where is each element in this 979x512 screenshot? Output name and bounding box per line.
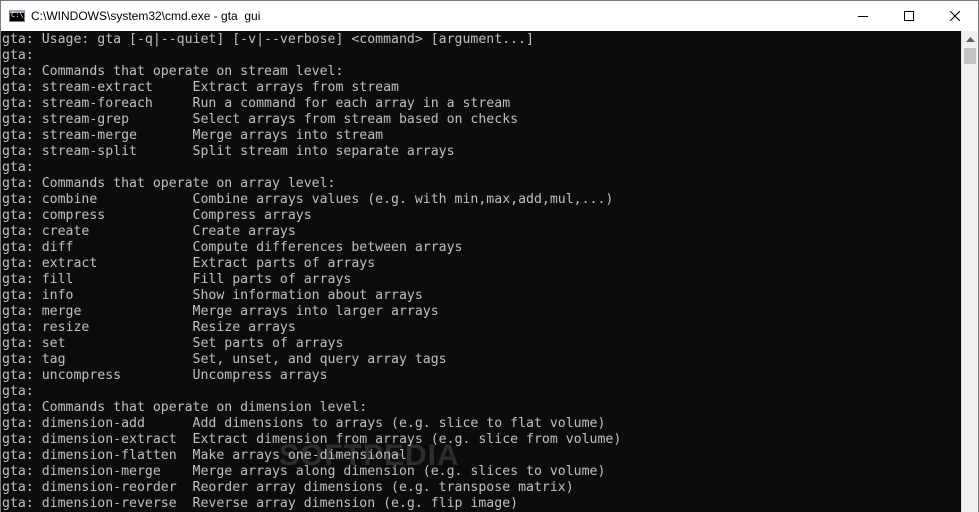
console-line: gta: Commands that operate on dimension …	[2, 400, 368, 415]
maximize-icon	[904, 11, 914, 21]
console-line: gta: dimension-flatten Make arrays one-d…	[2, 448, 407, 463]
console-line: gta:	[2, 160, 34, 175]
console-line: gta: diff Compute differences between ar…	[2, 240, 463, 255]
console-line: gta: stream-extract Extract arrays from …	[2, 80, 399, 95]
console-output[interactable]: gta: Usage: gta [-q|--quiet] [-v|--verbo…	[1, 31, 961, 512]
cmd-icon[interactable]: C:\_	[9, 10, 28, 22]
console-line: gta: stream-foreach Run a command for ea…	[2, 96, 511, 111]
cmd-window: C:\_ C:\WINDOWS\system32\cmd.exe - gta g…	[0, 0, 979, 512]
scroll-up-arrow-icon	[966, 37, 975, 42]
cmd-icon-text: C:\_	[11, 11, 28, 19]
close-button[interactable]	[932, 1, 978, 31]
console-line: gta: dimension-merge Merge arrays along …	[2, 464, 606, 479]
window-title: C:\WINDOWS\system32\cmd.exe - gta gui	[31, 9, 261, 23]
console-line: gta: stream-split Split stream into sepa…	[2, 144, 455, 159]
vertical-scrollbar[interactable]	[961, 31, 978, 512]
console-line: gta: Commands that operate on array leve…	[2, 176, 336, 191]
console-line: gta: set Set parts of arrays	[2, 336, 344, 351]
console-line: gta: dimension-extract Extract dimension…	[2, 432, 622, 447]
title-bar[interactable]: C:\_ C:\WINDOWS\system32\cmd.exe - gta g…	[1, 0, 978, 31]
scroll-up-button[interactable]	[962, 31, 978, 48]
window-controls	[840, 1, 978, 31]
console-line: gta: Usage: gta [-q|--quiet] [-v|--verbo…	[2, 32, 534, 47]
console-line: gta: info Show information about arrays	[2, 288, 423, 303]
console-line: gta: Commands that operate on stream lev…	[2, 64, 344, 79]
console-line: gta: extract Extract parts of arrays	[2, 256, 376, 271]
minimize-icon	[858, 16, 868, 17]
console-line: gta:	[2, 48, 34, 63]
console-line: gta: dimension-reorder Reorder array dim…	[2, 480, 574, 495]
console-line: gta:	[2, 384, 34, 399]
console-line: gta: combine Combine arrays values (e.g.…	[2, 192, 614, 207]
console-line: gta: uncompress Uncompress arrays	[2, 368, 328, 383]
console-line: gta: compress Compress arrays	[2, 208, 312, 223]
console-line: gta: merge Merge arrays into larger arra…	[2, 304, 439, 319]
console-line: gta: create Create arrays	[2, 224, 296, 239]
console-line: gta: stream-merge Merge arrays into stre…	[2, 128, 384, 143]
console-line: gta: dimension-add Add dimensions to arr…	[2, 416, 606, 431]
minimize-button[interactable]	[840, 1, 886, 31]
console-line: gta: fill Fill parts of arrays	[2, 272, 352, 287]
console-line: gta: tag Set, unset, and query array tag…	[2, 352, 447, 367]
maximize-button[interactable]	[886, 1, 932, 31]
console-line: gta: stream-grep Select arrays from stre…	[2, 112, 519, 127]
scroll-thumb[interactable]	[964, 48, 976, 64]
console-line: gta: resize Resize arrays	[2, 320, 296, 335]
console-line: gta: dimension-reverse Reverse array dim…	[2, 496, 519, 511]
close-icon	[950, 11, 960, 21]
